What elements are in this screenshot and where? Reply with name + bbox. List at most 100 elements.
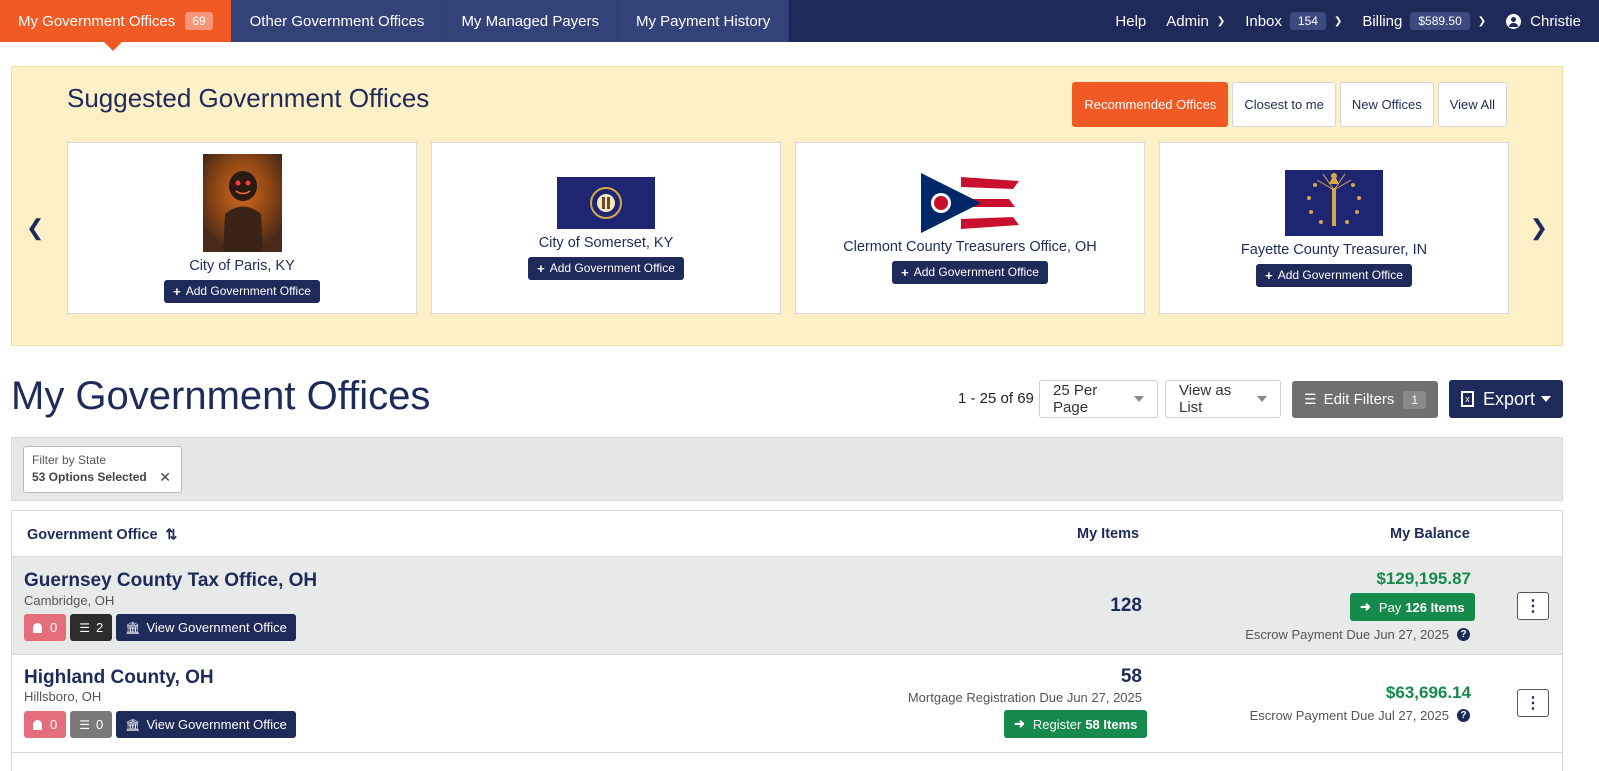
help-label: Help	[1115, 12, 1147, 30]
bell-icon	[33, 719, 42, 730]
suggested-offices-panel: Suggested Government Offices Recommended…	[11, 66, 1563, 346]
user-menu[interactable]: Christie	[1496, 13, 1591, 30]
carousel-prev-arrow-icon[interactable]: ❮	[26, 215, 44, 241]
tab-other-government-offices[interactable]: Other Government Offices	[231, 0, 444, 42]
plus-icon: +	[173, 283, 181, 299]
help-link[interactable]: Help	[1105, 13, 1156, 30]
office-location: Cambridge, OH	[24, 593, 115, 608]
tasks-count: 0	[96, 717, 104, 732]
export-button[interactable]: x Export	[1449, 380, 1563, 418]
suggested-office-card: City of Paris, KY + Add Government Office	[67, 142, 417, 314]
kebab-icon: ⋮	[1525, 598, 1541, 615]
escrow-text: Escrow Payment Due Jun 27, 2025	[1245, 627, 1449, 642]
user-name: Christie	[1530, 12, 1581, 30]
button-label: View Government Office	[146, 717, 287, 732]
office-name: City of Somerset, KY	[538, 234, 674, 251]
recommended-offices-button[interactable]: Recommended Offices	[1072, 82, 1229, 127]
table-row: Highland County, OH Hillsboro, OH 0 ☰ 0 🏛…	[12, 655, 1562, 753]
add-government-office-button[interactable]: + Add Government Office	[164, 279, 320, 303]
billing-menu[interactable]: Billing $589.50 ❯	[1352, 12, 1496, 30]
new-offices-button[interactable]: New Offices	[1339, 82, 1434, 127]
button-label: Export	[1483, 388, 1536, 409]
tab-label: My Government Offices	[18, 12, 176, 30]
billing-label: Billing	[1362, 12, 1403, 30]
escrow-due: Escrow Payment Due Jun 27, 2025 ?	[1245, 627, 1470, 642]
view-as-select[interactable]: View as List	[1165, 380, 1281, 418]
button-label: Add Government Office	[1277, 268, 1403, 282]
view-government-office-button[interactable]: 🏛 View Government Office	[116, 614, 296, 641]
tab-label: Other Government Offices	[249, 12, 425, 30]
suggested-office-card: City of Somerset, KY + Add Government Off…	[431, 142, 781, 314]
tab-my-managed-payers[interactable]: My Managed Payers	[443, 0, 619, 42]
tasks-button[interactable]: ☰ 0	[70, 711, 113, 738]
office-name: Fayette County Treasurer, IN	[1240, 241, 1428, 258]
row-more-menu-button[interactable]: ⋮	[1517, 689, 1549, 717]
pay-items-button[interactable]: ➜ Pay 126 Items	[1350, 593, 1475, 621]
billing-amount-badge: $589.50	[1410, 12, 1470, 30]
suggested-office-card: Fayette County Treasurer, IN + Add Govern…	[1159, 142, 1509, 314]
tab-my-payment-history[interactable]: My Payment History	[618, 0, 790, 42]
chevron-down-icon: ❯	[1477, 15, 1487, 27]
close-icon[interactable]: ✕	[159, 469, 171, 486]
escrow-due: Escrow Payment Due Jul 27, 2025 ?	[1250, 708, 1470, 723]
button-label: Add Government Office	[185, 284, 311, 298]
office-name: Clermont County Treasurers Office, OH	[843, 238, 1097, 255]
per-page-select[interactable]: 25 Per Page	[1039, 380, 1158, 418]
admin-label: Admin	[1166, 12, 1209, 30]
row-more-menu-button[interactable]: ⋮	[1517, 592, 1549, 620]
help-question-icon[interactable]: ?	[1457, 709, 1470, 722]
table-row: Guernsey County Tax Office, OH Cambridge…	[12, 557, 1562, 655]
kentucky-flag-image	[557, 176, 655, 229]
list-icon: ☰	[79, 620, 90, 635]
chip-label: Filter by State	[32, 453, 107, 467]
top-navigation: My Government Offices 69 Other Governmen…	[0, 0, 1599, 51]
sort-by-office-header[interactable]: Government Office ⇅	[27, 526, 177, 543]
my-items-header: My Items	[1077, 526, 1140, 542]
office-location: Hillsboro, OH	[24, 689, 102, 704]
office-name-link[interactable]: Guernsey County Tax Office, OH	[24, 570, 317, 592]
tab-my-government-offices[interactable]: My Government Offices 69	[0, 0, 232, 51]
sort-ascending-icon: ⇅	[165, 526, 178, 542]
count-badge: 69	[185, 12, 213, 30]
plus-icon: +	[537, 260, 545, 276]
balance-amount: $129,195.87	[1376, 569, 1471, 588]
button-label: View Government Office	[146, 620, 287, 635]
closest-to-me-button[interactable]: Closest to me	[1232, 82, 1336, 127]
inbox-menu[interactable]: Inbox 154 ❯	[1235, 12, 1352, 30]
alerts-count: 0	[50, 717, 58, 732]
arrow-right-icon: ➜	[1360, 599, 1371, 614]
chip-value: 53 Options Selected	[32, 470, 147, 484]
view-all-button[interactable]: View All	[1437, 82, 1507, 127]
view-government-office-button[interactable]: 🏛 View Government Office	[116, 711, 296, 738]
alerts-button[interactable]: 0	[24, 614, 67, 641]
register-items-count: 58 Items	[1085, 716, 1138, 732]
tasks-count: 2	[96, 620, 104, 635]
add-government-office-button[interactable]: + Add Government Office	[892, 260, 1048, 284]
button-label: Add Government Office	[549, 261, 675, 275]
my-balance-header: My Balance	[1390, 526, 1470, 542]
list-icon: ☰	[79, 717, 90, 732]
add-government-office-button[interactable]: + Add Government Office	[528, 256, 684, 280]
tasks-button[interactable]: ☰ 2	[70, 614, 113, 641]
offices-table: Government Office ⇅ My Items My Balance …	[11, 510, 1563, 771]
table-header: Government Office ⇅ My Items My Balance	[12, 511, 1562, 557]
button-label: Add Government Office	[913, 265, 1039, 279]
bell-icon	[33, 622, 42, 633]
plus-icon: +	[1265, 267, 1273, 283]
edit-filters-button[interactable]: ☰ Edit Filters 1	[1292, 381, 1438, 418]
chevron-down-icon: ❯	[1216, 15, 1226, 27]
admin-menu[interactable]: Admin ❯	[1156, 13, 1235, 30]
page-title: My Government Offices	[11, 374, 431, 418]
pagination-range: 1 - 25 of 69	[958, 390, 1034, 407]
add-government-office-button[interactable]: + Add Government Office	[1256, 263, 1412, 287]
office-name-link[interactable]: Highland County, OH	[24, 667, 214, 689]
carousel-next-arrow-icon[interactable]: ❯	[1530, 215, 1548, 241]
register-items-button[interactable]: ➜ Register 58 Items	[1004, 710, 1148, 738]
alerts-button[interactable]: 0	[24, 711, 67, 738]
sliders-icon: ☰	[1304, 391, 1317, 407]
active-filters-bar: Filter by State 53 Options Selected ✕	[11, 437, 1563, 501]
ohio-flag-image	[921, 172, 1019, 233]
help-question-icon[interactable]: ?	[1457, 628, 1470, 641]
row-actions: 0 ☰ 0 🏛 View Government Office	[24, 711, 296, 738]
state-filter-chip[interactable]: Filter by State 53 Options Selected ✕	[23, 446, 182, 493]
